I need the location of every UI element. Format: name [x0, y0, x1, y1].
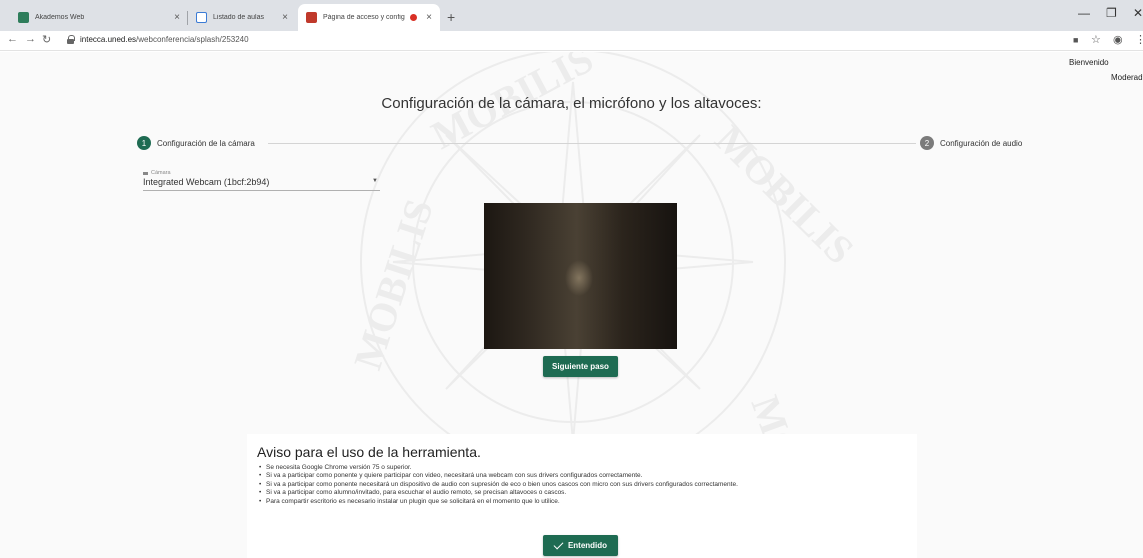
recording-icon: [410, 14, 418, 21]
notice-item: Si va a participar como ponente necesita…: [259, 481, 738, 490]
step-number: 1: [137, 136, 151, 150]
browser-tab-strip: Akademos Web × Listado de aulas × Página…: [0, 0, 1143, 31]
address-bar[interactable]: intecca.uned.es/webconferencia/splash/25…: [80, 35, 249, 44]
camera-label-text: Cámara: [151, 170, 171, 176]
understood-button[interactable]: Entendido: [543, 535, 618, 556]
tab-title: Listado de aulas: [213, 14, 264, 21]
page-content: MOBILIS MOBILIS MOBILIS MOBILIS Bienveni…: [0, 52, 1143, 558]
tab-title: Akademos Web: [35, 14, 85, 21]
notice-item: Para compartir escritorio es necesario i…: [259, 498, 738, 507]
user-role: Moderad: [1111, 73, 1143, 82]
url-host: intecca.uned.es: [80, 35, 137, 44]
step-camera[interactable]: 1 Configuración de la cámara: [137, 136, 261, 150]
star-icon[interactable]: ☆: [1091, 33, 1101, 46]
step-audio[interactable]: 2 Configuración de audio: [920, 136, 1029, 150]
camera-icon: [143, 171, 148, 175]
camera-selected-value: Integrated Webcam (1bcf:2b94): [143, 177, 270, 187]
back-icon[interactable]: ←: [7, 33, 18, 45]
step-label: Configuración de audio: [940, 138, 1023, 148]
restore-icon[interactable]: ❐: [1106, 6, 1117, 20]
close-tab-icon[interactable]: ×: [426, 12, 432, 23]
step-label: Configuración de la cámara: [157, 138, 255, 148]
svg-text:MOBILIS: MOBILIS: [345, 194, 442, 375]
understood-label: Entendido: [567, 541, 608, 550]
notice-item: Se necesita Google Chrome versión 75 o s…: [259, 464, 738, 473]
stepper-connector: [268, 143, 916, 144]
address-toolbar: ← → ↻ intecca.uned.es/webconferencia/spl…: [0, 31, 1143, 51]
close-window-icon[interactable]: ✕: [1133, 6, 1143, 20]
intecca-favicon-icon: [306, 12, 317, 23]
minimize-icon[interactable]: —: [1078, 6, 1090, 20]
page-title: Configuración de la cámara, el micrófono…: [381, 95, 762, 112]
camera-field-label: Cámara: [143, 170, 171, 176]
step-number: 2: [920, 136, 934, 150]
notice-title: Aviso para el uso de la herramienta.: [257, 444, 481, 460]
forward-icon[interactable]: →: [25, 33, 36, 45]
notice-item: Si va a participar como ponente y quiere…: [259, 472, 738, 481]
notice-list: Se necesita Google Chrome versión 75 o s…: [259, 464, 738, 506]
close-tab-icon[interactable]: ×: [174, 12, 180, 23]
camera-select[interactable]: Integrated Webcam (1bcf:2b94) ▼: [143, 177, 380, 191]
akademos-favicon-icon: [18, 12, 29, 23]
new-tab-icon[interactable]: +: [447, 9, 455, 25]
lock-icon[interactable]: [67, 35, 75, 44]
dropdown-arrow-icon: ▼: [372, 178, 378, 184]
welcome-text: Bienvenido: [1069, 58, 1109, 67]
tab-pagina-acceso[interactable]: Página de acceso y configura ×: [298, 4, 440, 31]
tab-listado-aulas[interactable]: Listado de aulas ×: [188, 4, 296, 31]
account-icon[interactable]: ◉: [1113, 33, 1123, 46]
url-path: /webconferencia/splash/253240: [136, 35, 249, 44]
camera-preview: [484, 203, 677, 349]
close-tab-icon[interactable]: ×: [282, 12, 288, 23]
camera-icon[interactable]: ■: [1073, 35, 1078, 45]
next-step-button[interactable]: Siguiente paso: [543, 356, 618, 377]
usage-notice-panel: Aviso para el uso de la herramienta. Se …: [247, 434, 917, 558]
menu-icon[interactable]: ⋮: [1135, 33, 1143, 46]
notice-item: Si va a participar como alumno/invitado,…: [259, 489, 738, 498]
tab-akademos[interactable]: Akademos Web ×: [10, 4, 188, 31]
reload-icon[interactable]: ↻: [42, 33, 51, 46]
check-icon: [553, 539, 564, 549]
classroom-favicon-icon: [196, 12, 207, 23]
tab-title: Página de acceso y configura: [323, 14, 405, 21]
